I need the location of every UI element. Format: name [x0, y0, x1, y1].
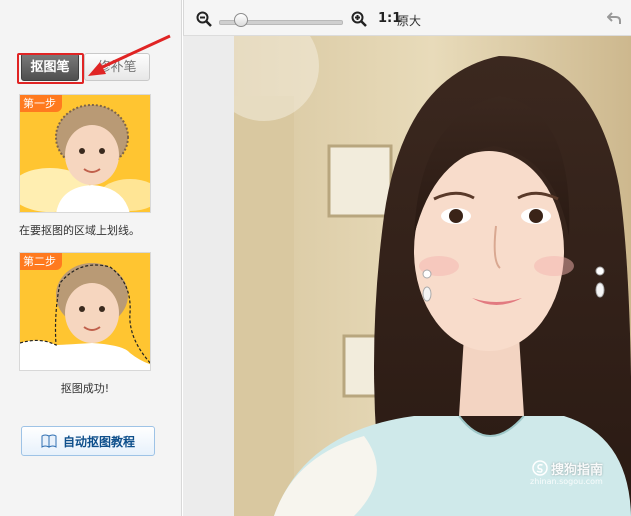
auto-cutout-tutorial-button[interactable]: 自动抠图教程 [21, 426, 155, 456]
watermark-text: 搜狗指南 [551, 463, 604, 478]
zoom-in-icon[interactable] [351, 11, 367, 27]
highlight-box [17, 53, 84, 84]
edited-photo[interactable] [234, 36, 631, 516]
sogou-logo-icon [532, 460, 548, 476]
step2-badge: 第二步 [20, 253, 62, 270]
undo-icon[interactable] [607, 11, 621, 25]
step2-thumbnail: 第二步 [19, 252, 151, 371]
baby-photo-2 [20, 253, 150, 370]
step1-badge: 第一步 [20, 95, 62, 112]
tutorial-button-label: 自动抠图教程 [62, 434, 135, 449]
portrait-image [234, 36, 631, 516]
baby-photo-1 [20, 95, 150, 212]
step1-thumbnail: 第一步 [19, 94, 151, 213]
book-icon [41, 434, 57, 448]
annotation-arrow-icon [88, 34, 171, 76]
watermark-url: zhinan.sogou.com [530, 477, 603, 486]
original-size-label[interactable]: 原大 [397, 12, 421, 29]
zoom-slider-thumb[interactable] [233, 13, 248, 27]
zoom-out-icon[interactable] [196, 11, 212, 27]
step2-caption: 抠图成功! [60, 382, 110, 395]
step1-caption: 在要抠图的区域上划线。 [19, 224, 140, 237]
